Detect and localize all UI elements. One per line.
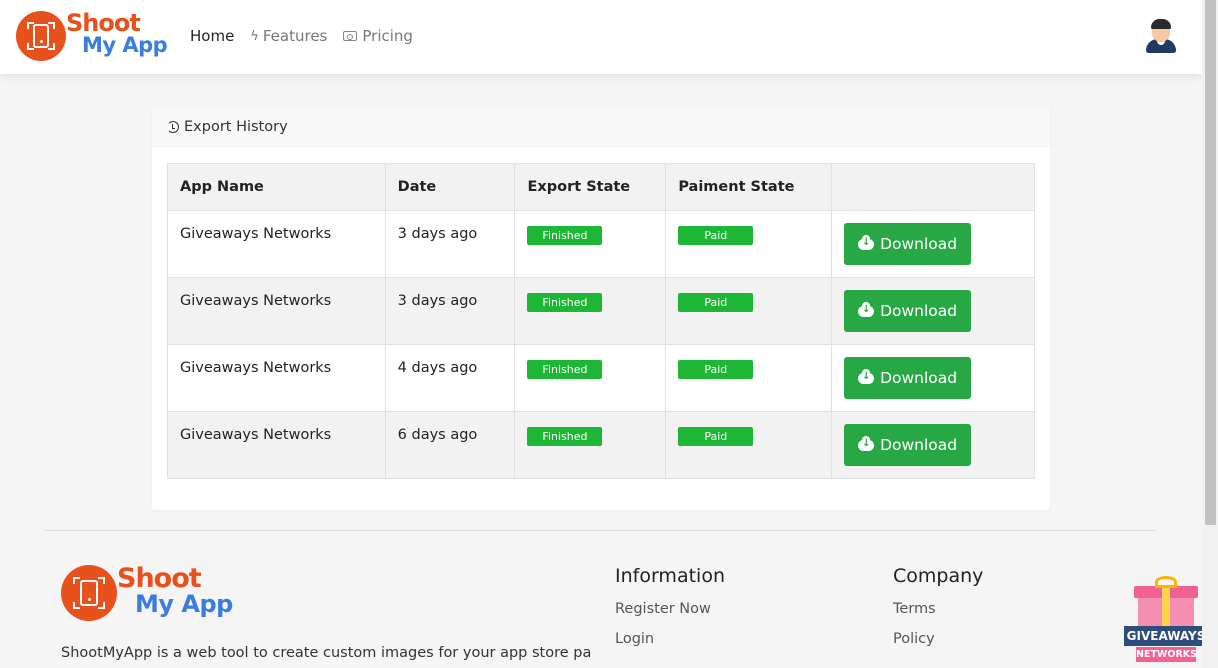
export-state-badge: Finished bbox=[527, 427, 603, 446]
footer-description: ShootMyApp is a web tool to create custo… bbox=[61, 645, 591, 661]
table-header-row: App Name Date Export State Paiment State bbox=[167, 163, 1035, 211]
column-header-date: Date bbox=[384, 163, 516, 211]
footer-company-title: Company bbox=[893, 565, 984, 587]
page-scrollbar[interactable] bbox=[1202, 0, 1218, 668]
footer-company-column: Company Terms Policy bbox=[893, 565, 983, 661]
card-title: Export History bbox=[184, 118, 288, 135]
cell-app-name: Giveaways Networks bbox=[167, 411, 386, 479]
nav-pricing[interactable]: Pricing bbox=[343, 27, 413, 45]
footer-brand-wordmark: Shoot My App bbox=[117, 562, 233, 618]
cell-date: 3 days ago bbox=[384, 210, 516, 278]
export-history-card: Export History App Name Date Export Stat… bbox=[152, 105, 1050, 510]
table-row: Giveaways Networks 3 days ago Finished P… bbox=[167, 277, 1035, 345]
card-header: Export History bbox=[152, 105, 1050, 148]
footer-divider bbox=[45, 530, 1156, 531]
cell-app-name: Giveaways Networks bbox=[167, 277, 386, 345]
download-button[interactable]: Download bbox=[844, 424, 972, 466]
export-state-badge: Finished bbox=[527, 360, 603, 379]
download-button[interactable]: Download bbox=[844, 223, 972, 265]
column-header-action bbox=[831, 163, 1035, 211]
download-button[interactable]: Download bbox=[844, 357, 972, 399]
footer-link-login[interactable]: Login bbox=[615, 631, 725, 661]
table-row: Giveaways Networks 4 days ago Finished P… bbox=[167, 344, 1035, 412]
footer-information-title: Information bbox=[615, 565, 725, 587]
payment-state-badge: Paid bbox=[678, 293, 754, 312]
column-header-export-state: Export State bbox=[514, 163, 667, 211]
download-button[interactable]: Download bbox=[844, 290, 972, 332]
cell-date: 6 days ago bbox=[384, 411, 516, 479]
bolt-icon: ϟ bbox=[250, 28, 259, 44]
payment-state-badge: Paid bbox=[678, 226, 754, 245]
main-nav: Home ϟ Features Pricing bbox=[190, 27, 429, 45]
column-header-payment-state: Paiment State bbox=[665, 163, 833, 211]
cell-app-name: Giveaways Networks bbox=[167, 344, 386, 412]
footer-brand-logo[interactable]: Shoot My App bbox=[61, 565, 233, 621]
phone-logo-icon bbox=[61, 565, 117, 621]
history-icon bbox=[167, 120, 179, 133]
export-state-badge: Finished bbox=[527, 293, 603, 312]
cloud-download-icon bbox=[858, 368, 875, 384]
cell-date: 4 days ago bbox=[384, 344, 516, 412]
nav-home[interactable]: Home bbox=[190, 27, 234, 45]
brand-wordmark: Shoot My App bbox=[66, 8, 168, 57]
footer-information-column: Information Register Now Login bbox=[615, 565, 725, 661]
payment-state-badge: Paid bbox=[678, 427, 754, 446]
cloud-download-icon bbox=[858, 435, 875, 451]
phone-logo-icon bbox=[16, 11, 66, 61]
giveaways-networks-widget[interactable]: GIVEAWAYS NETWORKS bbox=[1124, 574, 1208, 668]
scrollbar-thumb[interactable] bbox=[1205, 0, 1216, 525]
column-header-app-name: App Name bbox=[167, 163, 386, 211]
export-state-badge: Finished bbox=[527, 226, 603, 245]
cell-date: 3 days ago bbox=[384, 277, 516, 345]
export-history-table: App Name Date Export State Paiment State… bbox=[167, 163, 1035, 479]
footer-link-terms[interactable]: Terms bbox=[893, 601, 983, 631]
cell-app-name: Giveaways Networks bbox=[167, 210, 386, 278]
cloud-download-icon bbox=[858, 301, 875, 317]
footer-link-register[interactable]: Register Now bbox=[615, 601, 725, 631]
brand-logo[interactable]: Shoot My App bbox=[16, 8, 168, 61]
user-avatar[interactable] bbox=[1146, 19, 1176, 53]
table-row: Giveaways Networks 3 days ago Finished P… bbox=[167, 210, 1035, 278]
nav-features[interactable]: ϟ Features bbox=[250, 27, 327, 45]
table-row: Giveaways Networks 6 days ago Finished P… bbox=[167, 411, 1035, 479]
footer-link-policy[interactable]: Policy bbox=[893, 631, 983, 661]
payment-state-badge: Paid bbox=[678, 360, 754, 379]
cash-icon bbox=[343, 31, 358, 41]
cloud-download-icon bbox=[858, 234, 875, 250]
navbar: Shoot My App Home ϟ Features Pricing bbox=[0, 0, 1202, 74]
